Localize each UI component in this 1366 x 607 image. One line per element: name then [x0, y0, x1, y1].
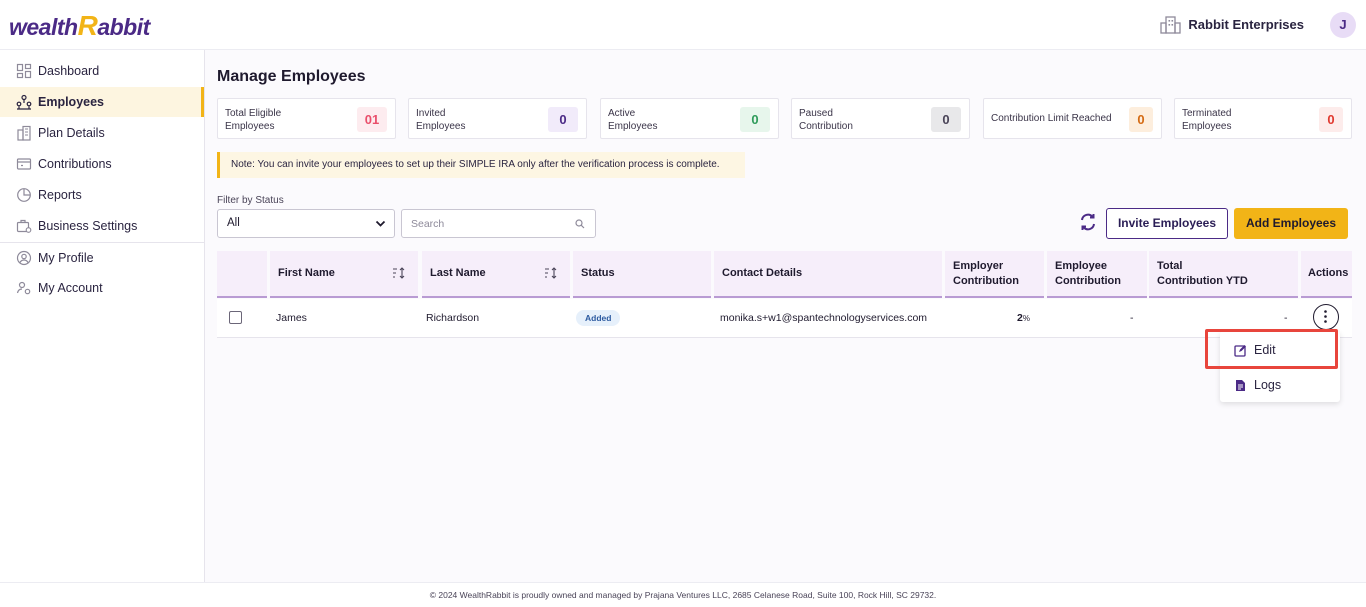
table-header: First Name Last Name Status Contact Deta…: [217, 251, 1352, 298]
footer: © 2024 WealthRabbit is proudly owned and…: [0, 582, 1366, 607]
column-header-status: Status: [573, 251, 711, 298]
page-title: Manage Employees: [217, 68, 366, 85]
search-icon: [575, 219, 585, 229]
cell-employer-contribution: 2%: [1017, 312, 1030, 324]
chevron-down-icon: [375, 220, 386, 227]
stat-value: 0: [740, 107, 770, 132]
status-filter-select[interactable]: All: [217, 209, 395, 238]
business-settings-icon: [15, 218, 32, 235]
cell-first-name: James: [276, 312, 307, 324]
column-header-select: [217, 251, 267, 298]
table-row: James Richardson Added monika.s+w1@spant…: [217, 299, 1352, 338]
stat-active[interactable]: Active Employees 0: [600, 98, 779, 139]
sidebar-item-my-profile[interactable]: My Profile: [0, 243, 204, 273]
stat-value: 0: [1129, 107, 1153, 132]
company-name: Rabbit Enterprises: [1188, 16, 1304, 32]
sidebar-item-plan-details[interactable]: Plan Details: [0, 118, 204, 148]
refresh-icon[interactable]: [1078, 212, 1098, 232]
account-icon: [15, 280, 32, 297]
verification-note: Note: You can invite your employees to s…: [217, 152, 745, 178]
column-header-employee-contribution: Employee Contribution: [1047, 251, 1147, 298]
column-header-first-name[interactable]: First Name: [270, 251, 418, 298]
invite-employees-button[interactable]: Invite Employees: [1106, 208, 1228, 239]
stat-value: 0: [548, 107, 578, 132]
column-header-actions: Actions: [1301, 251, 1352, 298]
reports-icon: [15, 187, 32, 204]
sidebar-item-contributions[interactable]: Contributions: [0, 149, 204, 179]
plan-icon: [15, 125, 32, 142]
column-header-ytd: Total Contribution YTD: [1149, 251, 1298, 298]
stat-limit-reached[interactable]: Contribution Limit Reached 0: [983, 98, 1162, 139]
stat-value: 01: [357, 107, 387, 132]
stat-value: 0: [931, 107, 961, 132]
column-header-employer-contribution: Employer Contribution: [945, 251, 1044, 298]
sidebar-item-employees[interactable]: Employees: [0, 87, 204, 117]
wealthrabbit-logo[interactable]: wealthRabbit: [9, 10, 150, 42]
column-header-contact: Contact Details: [714, 251, 942, 298]
cell-employee-contribution: -: [1130, 312, 1134, 324]
status-badge: Added: [576, 310, 621, 326]
cell-ytd: -: [1284, 312, 1288, 324]
more-vertical-icon: [1324, 310, 1327, 323]
column-header-last-name[interactable]: Last Name: [422, 251, 570, 298]
cell-last-name: Richardson: [426, 312, 480, 324]
contributions-icon: [15, 156, 32, 173]
sidebar-item-reports[interactable]: Reports: [0, 180, 204, 210]
stat-terminated[interactable]: Terminated Employees 0: [1174, 98, 1352, 139]
building-icon: [1160, 16, 1182, 34]
sidebar-item-business-settings[interactable]: Business Settings: [0, 211, 204, 241]
employees-icon: [15, 94, 32, 111]
filter-label: Filter by Status: [217, 195, 284, 206]
add-employees-button[interactable]: Add Employees: [1234, 208, 1348, 239]
company-selector[interactable]: Rabbit Enterprises: [1160, 14, 1304, 34]
sidebar-item-my-account[interactable]: My Account: [0, 273, 204, 303]
stat-paused[interactable]: Paused Contribution 0: [791, 98, 970, 139]
menu-item-logs[interactable]: Logs: [1220, 369, 1340, 401]
row-checkbox[interactable]: [229, 311, 242, 324]
highlight-box: [1205, 329, 1338, 369]
user-avatar[interactable]: J: [1330, 12, 1356, 38]
stat-value: 0: [1319, 107, 1343, 132]
row-actions-button[interactable]: [1313, 304, 1339, 330]
dashboard-icon: [15, 63, 32, 80]
sort-icon[interactable]: [544, 267, 558, 279]
app-header: wealthRabbit Rabbit Enterprises J: [0, 0, 1366, 50]
stat-total-eligible[interactable]: Total Eligible Employees 01: [217, 98, 396, 139]
search-input[interactable]: [411, 210, 571, 237]
stat-invited[interactable]: Invited Employees 0: [408, 98, 587, 139]
profile-icon: [15, 250, 32, 267]
sort-icon[interactable]: [392, 267, 406, 279]
cell-contact: monika.s+w1@spantechnologyservices.com: [720, 312, 928, 324]
sidebar: Dashboard Employees Plan Details Contrib…: [0, 50, 205, 582]
search-box[interactable]: [401, 209, 596, 238]
logs-icon: [1234, 379, 1247, 392]
sidebar-item-dashboard[interactable]: Dashboard: [0, 56, 204, 86]
